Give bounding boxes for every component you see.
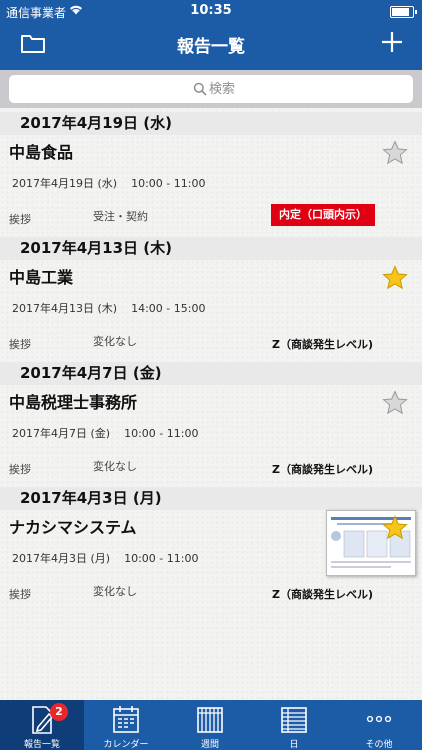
visit-datetime: 2017年4月13日 (木) 14:00 - 15:00 [12, 300, 205, 316]
tab-more[interactable]: その他 [336, 700, 422, 750]
company-name: 中島税理士事務所 [9, 393, 138, 412]
status-time: 10:35 [190, 3, 232, 18]
company-name: ナカシマシステム [9, 518, 137, 537]
week-icon [197, 707, 223, 733]
deal-level: Z（商談発生レベル) [272, 588, 374, 601]
report-section: 2017年4月7日 (金) 中島税理士事務所 2017年4月7日 (金) 10:0… [0, 362, 422, 487]
visit-datetime: 2017年4月7日 (金) 10:00 - 11:00 [12, 425, 198, 441]
star-icon[interactable] [382, 140, 408, 166]
visit-date: 2017年4月13日 (木) [12, 302, 118, 315]
day-list-icon [281, 707, 307, 733]
visit-time: 10:00 - 11:00 [124, 427, 199, 440]
activity-category: 挨拶 [9, 463, 31, 476]
calendar-icon [113, 706, 139, 733]
status-bar: 通信事業者 10:35 [0, 0, 422, 22]
tab-label: 報告一覧 [23, 740, 60, 750]
page-title: 報告一覧 [177, 37, 245, 57]
visit-datetime: 2017年4月3日 (月) 10:00 - 11:00 [12, 550, 198, 566]
date-header: 2017年4月7日 (金) [0, 362, 422, 385]
report-card[interactable]: 中島税理士事務所 2017年4月7日 (金) 10:00 - 11:00 挨拶 変… [0, 385, 422, 487]
search-bar [0, 70, 422, 108]
tab-report-list[interactable]: 2 報告一覧 [0, 700, 84, 750]
visit-time: 10:00 - 11:00 [131, 177, 206, 190]
visit-datetime: 2017年4月19日 (水) 10:00 - 11:00 [12, 175, 205, 191]
notification-badge: 2 [50, 703, 68, 721]
progress-status: 変化なし [93, 335, 137, 348]
deal-status-badge: 内定（口頭内示） [271, 204, 375, 226]
more-icon [366, 715, 392, 723]
tab-label: 日 [289, 740, 299, 750]
company-name: 中島工業 [9, 268, 74, 287]
report-section: 2017年4月13日 (木) 中島工業 2017年4月13日 (木) 14:00 … [0, 237, 422, 362]
date-header: 2017年4月3日 (月) [0, 487, 422, 510]
visit-date: 2017年4月19日 (水) [12, 177, 118, 190]
tab-week[interactable]: 週間 [168, 700, 252, 750]
visit-date: 2017年4月3日 (月) [12, 552, 111, 565]
tab-bar: 2 報告一覧 カレンダー 週間 日 その他 [0, 700, 422, 750]
progress-status: 変化なし [93, 460, 137, 473]
date-header: 2017年4月13日 (木) [0, 237, 422, 260]
visit-time: 10:00 - 11:00 [124, 552, 199, 565]
report-card[interactable]: ナカシマシステム 2017年4月3日 (月) 10:00 - 11:00 挨拶 変… [0, 510, 422, 612]
date-header: 2017年4月19日 (水) [0, 112, 422, 135]
tab-label: 週間 [200, 740, 219, 750]
progress-status: 変化なし [93, 585, 137, 598]
tab-label: その他 [365, 740, 393, 750]
tab-calendar[interactable]: カレンダー [84, 700, 168, 750]
add-report-button[interactable] [380, 30, 404, 54]
report-card[interactable]: 中島工業 2017年4月13日 (木) 14:00 - 15:00 挨拶 変化なし… [0, 260, 422, 362]
tab-day[interactable]: 日 [252, 700, 336, 750]
report-section: 2017年4月3日 (月) ナカシマシステム 2017年4月3日 (月) 10:0… [0, 487, 422, 612]
star-icon[interactable] [382, 265, 408, 291]
activity-category: 挨拶 [9, 213, 31, 226]
top-bar: 通信事業者 10:35 報告一覧 [0, 0, 422, 70]
star-icon[interactable] [382, 515, 408, 541]
nav-bar: 報告一覧 [0, 22, 422, 66]
activity-category: 挨拶 [9, 338, 31, 351]
report-section: 2017年4月19日 (水) 中島食品 2017年4月19日 (水) 10:00 … [0, 112, 422, 237]
report-card[interactable]: 中島食品 2017年4月19日 (水) 10:00 - 11:00 挨拶 受注・契… [0, 135, 422, 237]
search-box [9, 75, 413, 103]
tab-label: カレンダー [103, 740, 149, 750]
plus-icon [382, 32, 402, 52]
deal-level: Z（商談発生レベル) [272, 463, 374, 476]
deal-level: Z（商談発生レベル) [272, 338, 374, 351]
visit-time: 14:00 - 15:00 [131, 302, 206, 315]
activity-category: 挨拶 [9, 588, 31, 601]
visit-date: 2017年4月7日 (金) [12, 427, 111, 440]
progress-status: 受注・契約 [93, 210, 148, 223]
battery-icon [390, 6, 417, 18]
search-input[interactable] [9, 75, 413, 103]
company-name: 中島食品 [9, 143, 74, 162]
star-icon[interactable] [382, 390, 408, 416]
